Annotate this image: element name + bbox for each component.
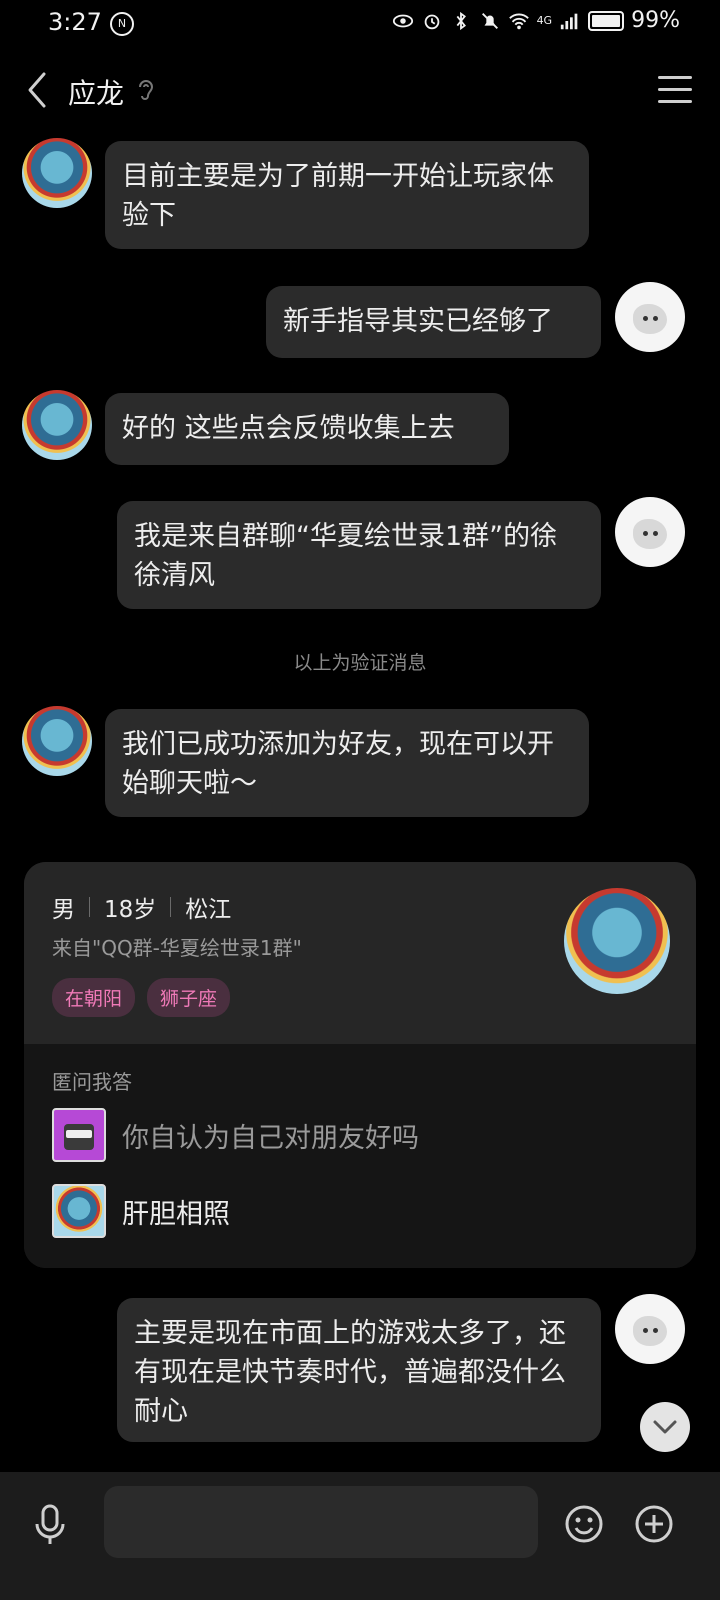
battery-percent: 99%	[631, 8, 680, 33]
plus-icon[interactable]	[634, 1504, 674, 1544]
dragon-avatar-icon	[52, 1184, 106, 1238]
profile-gender: 男	[52, 897, 75, 923]
profile-tags: 在朝阳 狮子座	[52, 978, 231, 1017]
message-bubble-received[interactable]: 目前主要是为了前期一开始让玩家体验下	[105, 141, 589, 249]
qa-answer-row[interactable]: 肝胆相照	[52, 1184, 230, 1238]
alarm-icon	[424, 14, 439, 29]
message-bubble-sent[interactable]: 我是来自群聊“华夏绘世录1群”的徐徐清风	[117, 501, 601, 609]
contact-avatar[interactable]	[22, 138, 92, 208]
message-bubble-received[interactable]: 我们已成功添加为好友，现在可以开始聊天啦～	[105, 709, 589, 817]
message-bubble-sent[interactable]: 新手指导其实已经够了	[266, 286, 601, 358]
network-type: 4G	[536, 14, 553, 27]
divider	[170, 897, 172, 917]
my-avatar[interactable]	[615, 282, 685, 352]
microphone-icon[interactable]	[30, 1502, 70, 1546]
emoji-icon[interactable]	[564, 1504, 604, 1544]
bluetooth-icon	[456, 11, 466, 30]
chevron-down-icon	[653, 1420, 677, 1434]
profile-location: 松江	[185, 897, 232, 923]
profile-source: 来自"QQ群-华夏绘世录1群"	[52, 936, 302, 960]
status-time: 3:27	[48, 8, 102, 36]
profile-meta: 男 18岁 松江	[52, 890, 231, 924]
signal-icon	[560, 13, 578, 29]
scroll-to-bottom-button[interactable]	[640, 1402, 690, 1452]
mute-bell-icon	[481, 12, 498, 29]
earpiece-icon[interactable]	[136, 78, 156, 104]
anonymous-qa-section: 匿问我答 你自认为自己对朋友好吗 肝胆相照	[24, 1044, 696, 1268]
qa-answer: 肝胆相照	[122, 1198, 230, 1230]
qa-title: 匿问我答	[52, 1070, 132, 1094]
profile-tag[interactable]: 在朝阳	[52, 978, 136, 1017]
profile-card[interactable]: 男 18岁 松江 来自"QQ群-华夏绘世录1群" 在朝阳 狮子座 匿问我答 你自…	[24, 862, 696, 1268]
menu-icon[interactable]	[658, 76, 692, 104]
divider	[89, 897, 90, 917]
system-message: 以上为验证消息	[293, 652, 427, 674]
back-arrow-icon[interactable]	[22, 70, 52, 110]
nfc-icon: N	[110, 12, 134, 36]
profile-tag[interactable]: 狮子座	[147, 978, 231, 1017]
message-bubble-sent[interactable]: 主要是现在市面上的游戏太多了，还有现在是快节奏时代，普遍都没什么耐心	[117, 1298, 601, 1442]
profile-card-info: 男 18岁 松江 来自"QQ群-华夏绘世录1群" 在朝阳 狮子座	[24, 862, 696, 1044]
wifi-icon	[508, 13, 529, 29]
eye-icon	[392, 14, 413, 27]
contact-avatar[interactable]	[22, 706, 92, 776]
message-bubble-received[interactable]: 好的 这些点会反馈收集上去	[105, 393, 509, 465]
message-input[interactable]	[104, 1486, 538, 1558]
input-bar	[0, 1472, 720, 1600]
my-avatar[interactable]	[615, 1294, 685, 1364]
my-avatar[interactable]	[615, 497, 685, 567]
cat-sunglasses-icon	[52, 1108, 106, 1162]
contact-avatar[interactable]	[22, 390, 92, 460]
status-bar: 3:27 N 4G 99%	[0, 0, 720, 46]
chat-title: 应龙	[68, 77, 125, 110]
profile-age: 18岁	[104, 897, 157, 923]
chat-header: 应龙	[0, 56, 720, 126]
status-icons: 4G 99%	[392, 8, 680, 33]
battery-icon	[588, 10, 625, 31]
qa-question: 你自认为自己对朋友好吗	[122, 1122, 419, 1154]
profile-avatar[interactable]	[564, 888, 670, 994]
qa-question-row[interactable]: 你自认为自己对朋友好吗	[52, 1108, 419, 1162]
